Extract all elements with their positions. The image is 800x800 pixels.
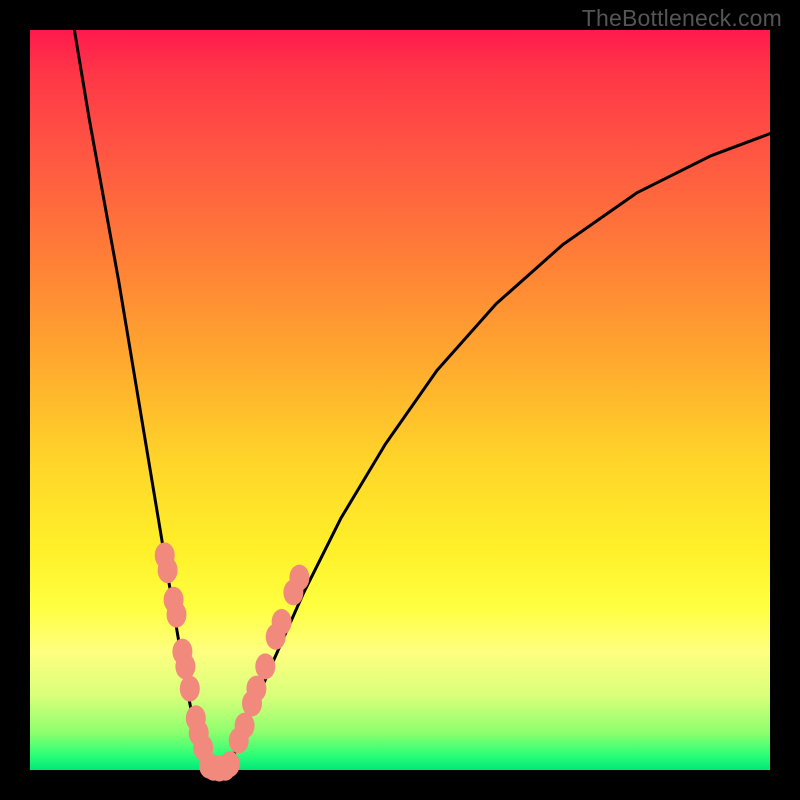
- gradient-plot-area: [30, 30, 770, 770]
- watermark-text: TheBottleneck.com: [582, 5, 782, 32]
